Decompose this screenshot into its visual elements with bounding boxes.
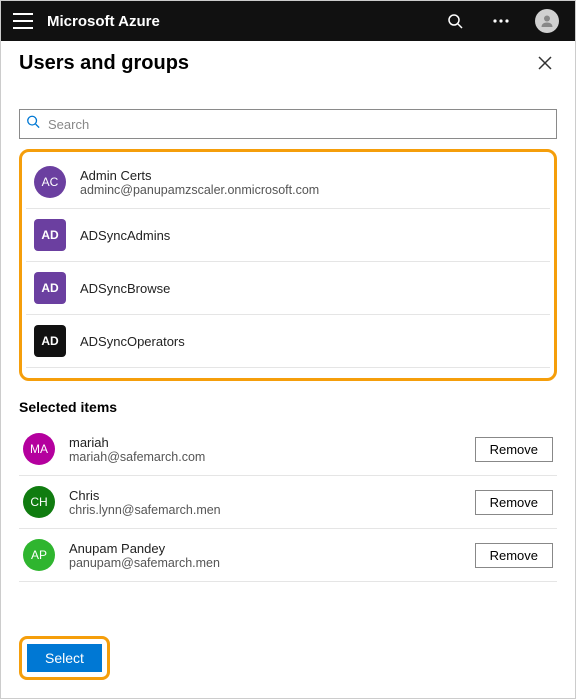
azure-panel: Microsoft Azure Users and groups ACAdmin (0, 0, 576, 699)
search-icon (26, 115, 40, 134)
remove-button[interactable]: Remove (475, 490, 553, 515)
brand-label: Microsoft Azure (47, 13, 160, 30)
more-icon[interactable] (485, 5, 517, 37)
available-item[interactable]: AD ADSyncOperators (26, 315, 550, 368)
selected-item: AP Anupam Pandeypanupam@safemarch.men Remo… (19, 529, 557, 582)
panel-content: AC Admin Certsadminc@panupamzscaler.onmic… (1, 79, 575, 622)
avatar: AD (34, 325, 66, 357)
remove-button[interactable]: Remove (475, 543, 553, 568)
available-item[interactable]: AD ADSyncBrowse (26, 262, 550, 315)
item-name: ADSyncAdmins (80, 228, 170, 243)
select-button-highlight: Select (19, 636, 110, 680)
item-name: ADSyncOperators (80, 334, 185, 349)
available-list-highlight: AC Admin Certsadminc@panupamzscaler.onmic… (19, 149, 557, 381)
item-sub: adminc@panupamzscaler.onmicrosoft.com (80, 183, 319, 197)
search-field-wrap (19, 109, 557, 139)
avatar: AD (34, 272, 66, 304)
avatar: AD (34, 219, 66, 251)
selected-item: CH Chrischris.lynn@safemarch.men Remove (19, 476, 557, 529)
avatar: MA (23, 433, 55, 465)
user-avatar[interactable] (531, 5, 563, 37)
menu-icon[interactable] (13, 13, 33, 29)
item-sub: chris.lynn@safemarch.men (69, 503, 221, 517)
available-item[interactable]: AC Admin Certsadminc@panupamzscaler.onmic… (26, 156, 550, 209)
search-icon-top[interactable] (439, 5, 471, 37)
avatar: AP (23, 539, 55, 571)
item-name: Admin Certs (80, 168, 319, 183)
panel-header: Users and groups (1, 41, 575, 79)
selected-item: MA mariahmariah@safemarch.com Remove (19, 423, 557, 476)
available-item[interactable]: AD ADSyncAdmins (26, 209, 550, 262)
avatar: AC (34, 166, 66, 198)
remove-button[interactable]: Remove (475, 437, 553, 462)
item-name: mariah (69, 435, 205, 450)
close-icon[interactable] (533, 51, 557, 75)
page-title: Users and groups (19, 52, 533, 75)
selected-section-title: Selected items (19, 399, 557, 415)
select-button[interactable]: Select (27, 644, 102, 672)
avatar: CH (23, 486, 55, 518)
available-list[interactable]: AC Admin Certsadminc@panupamzscaler.onmic… (26, 156, 550, 374)
panel-footer: Select (1, 622, 575, 698)
search-input[interactable] (19, 109, 557, 139)
item-name: Chris (69, 488, 221, 503)
item-name: Anupam Pandey (69, 541, 220, 556)
item-sub: mariah@safemarch.com (69, 450, 205, 464)
item-sub: panupam@safemarch.men (69, 556, 220, 570)
top-bar: Microsoft Azure (1, 1, 575, 41)
selected-list: MA mariahmariah@safemarch.com Remove CH Chri… (19, 423, 557, 582)
item-name: ADSyncBrowse (80, 281, 170, 296)
